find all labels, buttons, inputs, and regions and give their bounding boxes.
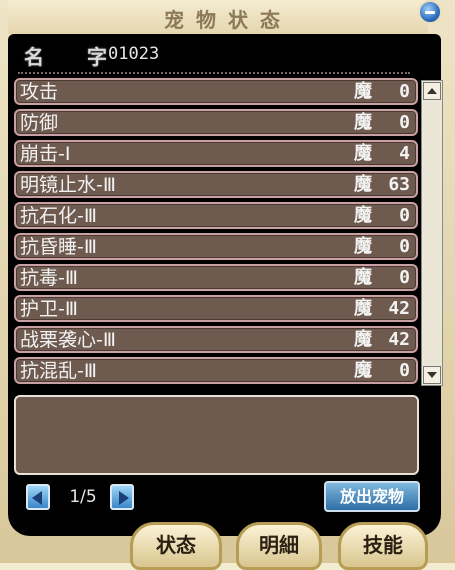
skill-cost-unit: 魔 bbox=[354, 205, 372, 226]
skill-cost-value: 0 bbox=[399, 267, 410, 288]
skill-cost-unit: 魔 bbox=[354, 143, 372, 164]
skill-name: 护卫-Ⅲ bbox=[20, 298, 78, 320]
skill-name: 崩击-Ⅰ bbox=[20, 143, 71, 165]
skill-cost-unit: 魔 bbox=[354, 236, 372, 257]
arrow-left-icon[interactable] bbox=[26, 484, 50, 510]
skill-cost-value: 42 bbox=[388, 298, 410, 319]
page-indicator: 1/5 bbox=[69, 487, 97, 507]
arrow-right-icon[interactable] bbox=[110, 484, 134, 510]
skill-cost-value: 0 bbox=[399, 360, 410, 381]
release-pet-button[interactable]: 放出宠物 bbox=[324, 481, 420, 512]
pet-status-window: 宠物状态 名 字 01023 攻击 魔 0 防御 魔 0 崩击-Ⅰ 魔 4 明镜… bbox=[0, 0, 455, 570]
title-bar[interactable]: 宠物状态 bbox=[8, 0, 428, 34]
skill-cost-value: 0 bbox=[399, 205, 410, 226]
arrow-up-icon[interactable] bbox=[423, 82, 441, 100]
skill-name: 抗石化-Ⅲ bbox=[20, 205, 97, 227]
skill-row[interactable]: 护卫-Ⅲ 魔 42 bbox=[14, 295, 418, 322]
skill-row[interactable]: 抗石化-Ⅲ 魔 0 bbox=[14, 202, 418, 229]
skill-cost-unit: 魔 bbox=[354, 112, 372, 133]
skill-row[interactable]: 攻击 魔 0 bbox=[14, 78, 418, 105]
skill-cost-unit: 魔 bbox=[354, 174, 372, 195]
skill-cost-value: 0 bbox=[399, 81, 410, 102]
skill-cost-unit: 魔 bbox=[354, 329, 372, 350]
skill-row[interactable]: 抗混乱-Ⅲ 魔 0 bbox=[14, 357, 418, 384]
skill-cost-unit: 魔 bbox=[354, 298, 372, 319]
skill-cost-value: 63 bbox=[388, 174, 410, 195]
skill-name: 防御 bbox=[20, 112, 59, 134]
skill-name: 抗混乱-Ⅲ bbox=[20, 360, 97, 382]
skill-row[interactable]: 崩击-Ⅰ 魔 4 bbox=[14, 140, 418, 167]
window-title: 宠物状态 bbox=[164, 8, 292, 32]
skill-cost-value: 4 bbox=[399, 143, 410, 164]
skill-row[interactable]: 抗毒-Ⅲ 魔 0 bbox=[14, 264, 418, 291]
skill-name: 明镜止水-Ⅲ bbox=[20, 174, 116, 196]
skill-cost-value: 0 bbox=[399, 112, 410, 133]
skill-cost-value: 0 bbox=[399, 236, 410, 257]
divider bbox=[18, 72, 410, 74]
skill-cost-unit: 魔 bbox=[354, 360, 372, 381]
skill-cost-value: 42 bbox=[388, 329, 410, 350]
skill-cost-unit: 魔 bbox=[354, 267, 372, 288]
skill-description-box bbox=[14, 395, 419, 475]
skill-row[interactable]: 抗昏睡-Ⅲ 魔 0 bbox=[14, 233, 418, 260]
skill-name: 抗毒-Ⅲ bbox=[20, 267, 78, 289]
pet-name-value: 01023 bbox=[108, 44, 160, 64]
minimize-icon[interactable] bbox=[418, 0, 442, 24]
arrow-down-icon[interactable] bbox=[423, 366, 441, 384]
skill-name: 抗昏睡-Ⅲ bbox=[20, 236, 97, 258]
skill-row[interactable]: 明镜止水-Ⅲ 魔 63 bbox=[14, 171, 418, 198]
skill-name: 攻击 bbox=[20, 81, 59, 103]
skill-cost-unit: 魔 bbox=[354, 81, 372, 102]
scroll-track[interactable] bbox=[424, 103, 440, 363]
skill-row[interactable]: 战栗袭心-Ⅲ 魔 42 bbox=[14, 326, 418, 353]
scrollbar[interactable] bbox=[421, 80, 443, 386]
skill-name: 战栗袭心-Ⅲ bbox=[20, 329, 116, 351]
skill-row[interactable]: 防御 魔 0 bbox=[14, 109, 418, 136]
